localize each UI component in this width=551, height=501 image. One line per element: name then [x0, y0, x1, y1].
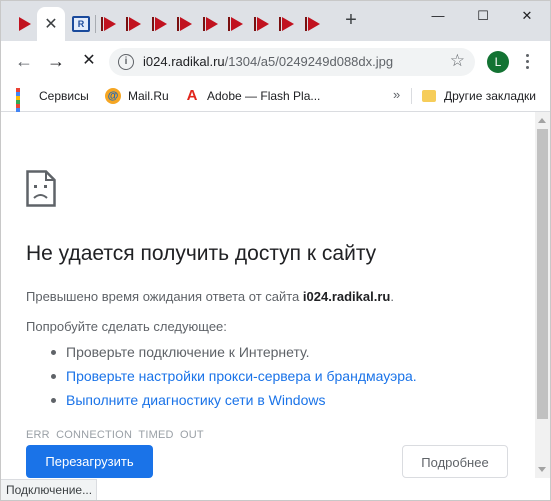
youtube-play-icon [103, 17, 116, 31]
youtube-play-icon [205, 17, 218, 31]
youtube-play-icon [18, 17, 31, 31]
details-button[interactable]: Подробнее [402, 445, 508, 478]
url-path: /1304/a5/0249249d088dx.jpg [224, 54, 394, 69]
scrollbar-thumb[interactable] [537, 129, 548, 419]
bookmark-label: Mail.Ru [128, 89, 169, 103]
tab-youtube-8[interactable] [249, 7, 273, 41]
bookmark-star-icon[interactable]: ☆ [450, 51, 465, 71]
timeout-suffix: . [390, 289, 394, 304]
reload-button[interactable]: Перезагрузить [26, 445, 153, 478]
tab-youtube-4[interactable] [147, 7, 171, 41]
timeout-message: Превышено время ожидания ответа от сайта… [26, 289, 394, 304]
apps-grid-icon [16, 88, 32, 124]
error-code: ERR_CONNECTION_TIMED_OUT [26, 429, 204, 438]
youtube-play-icon [179, 17, 192, 31]
site-info-icon[interactable]: i [118, 54, 134, 70]
suggestion-network-diagnostics-link[interactable]: Выполните диагностику сети в Windows [49, 388, 417, 412]
close-tab-icon[interactable]: ✕ [44, 14, 57, 34]
tab-youtube-3[interactable] [121, 7, 145, 41]
suggestion-proxy-firewall-link[interactable]: Проверьте настройки прокси-сервера и бра… [49, 364, 417, 388]
status-bubble: Подключение... [1, 479, 97, 500]
page-scrollbar[interactable] [535, 112, 550, 478]
tab-youtube-10[interactable] [300, 7, 324, 41]
maximize-button[interactable]: ☐ [468, 5, 498, 27]
bookmark-mailru[interactable]: @ Mail.Ru [105, 87, 169, 105]
browser-window: ✕ R + — ☐ ✕ ← → ✕ i i024.radikal.ru/1304… [0, 0, 551, 501]
bookmarks-bar: Сервисы @ Mail.Ru A Adobe — Flash Pla...… [1, 81, 550, 124]
tab-youtube-9[interactable] [274, 7, 298, 41]
adobe-icon: A [186, 87, 198, 104]
youtube-play-icon [256, 17, 269, 31]
forward-button[interactable]: → [44, 49, 68, 73]
bookmark-label: Adobe — Flash Pla... [207, 89, 321, 103]
bookmarks-overflow-button[interactable]: » [393, 87, 400, 102]
tab-youtube-6[interactable] [198, 7, 222, 41]
error-page: Не удается получить доступ к сайту Превы… [1, 112, 535, 478]
url-host: i024.radikal.ru [143, 54, 225, 69]
address-bar[interactable]: i i024.radikal.ru/1304/a5/0249249d088dx.… [109, 48, 475, 76]
bookmark-label: Другие закладки [444, 89, 536, 103]
youtube-play-icon [154, 17, 167, 31]
timeout-host: i024.radikal.ru [302, 289, 391, 304]
stop-loading-button[interactable]: ✕ [77, 49, 101, 73]
bookmark-services[interactable]: Сервисы [16, 87, 89, 124]
menu-icon[interactable] [520, 51, 534, 73]
suggestions-list: Проверьте подключение к Интернету. Прове… [49, 340, 417, 412]
close-window-button[interactable]: ✕ [512, 5, 542, 27]
suggestion-check-connection: Проверьте подключение к Интернету. [49, 340, 417, 364]
youtube-play-icon [230, 17, 243, 31]
radikal-icon: R [72, 16, 90, 32]
bookmark-adobe[interactable]: A Adobe — Flash Pla... [184, 87, 321, 105]
suggestions-heading: Попробуйте сделать следующее: [26, 319, 227, 334]
mailru-icon: @ [105, 88, 121, 104]
timeout-prefix: Превышено время ожидания ответа от сайта [26, 289, 303, 304]
bookmark-other-folder[interactable]: Другие закладки [422, 87, 536, 105]
minimize-button[interactable]: — [423, 5, 453, 27]
youtube-play-icon [128, 17, 141, 31]
browser-toolbar: ← → ✕ i i024.radikal.ru/1304/a5/0249249d… [1, 41, 550, 81]
new-tab-button[interactable]: + [340, 9, 362, 31]
back-button[interactable]: ← [12, 49, 36, 73]
tab-radikal[interactable]: R [69, 7, 93, 41]
youtube-play-icon [307, 17, 320, 31]
sad-page-icon [26, 170, 56, 207]
tab-youtube-7[interactable] [223, 7, 247, 41]
tab-youtube-2[interactable] [96, 7, 120, 41]
url-text[interactable]: i024.radikal.ru/1304/a5/0249249d088dx.jp… [143, 54, 393, 69]
youtube-play-icon [281, 17, 294, 31]
tab-youtube-5[interactable] [172, 7, 196, 41]
tab-active[interactable]: ✕ [37, 7, 65, 41]
scroll-down-icon[interactable] [538, 467, 546, 472]
profile-avatar[interactable]: L [487, 51, 509, 73]
bookmark-label: Сервисы [39, 89, 89, 103]
folder-icon [422, 90, 436, 102]
tab-youtube-1[interactable] [11, 7, 35, 41]
scroll-up-icon[interactable] [538, 118, 546, 123]
tab-strip: ✕ R + — ☐ ✕ [1, 1, 550, 41]
page-title: Не удается получить доступ к сайту [26, 242, 377, 265]
bookmarks-separator [411, 88, 412, 104]
